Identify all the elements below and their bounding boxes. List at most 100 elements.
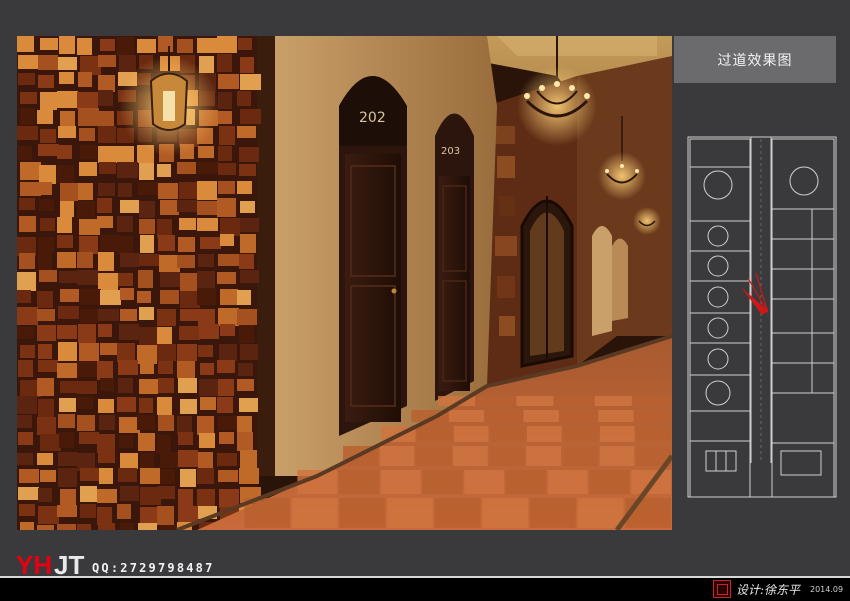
wood-block [158, 36, 173, 52]
wood-block [40, 129, 56, 143]
floor-tile [563, 446, 598, 466]
wood-block [39, 199, 54, 211]
wood-block [97, 216, 113, 228]
wood-block [239, 254, 254, 269]
wood-block [19, 253, 35, 269]
wood-block [38, 75, 54, 88]
wood-block [238, 363, 253, 376]
wood-block [218, 111, 232, 124]
wood-block [78, 183, 93, 200]
wood-block [97, 489, 117, 503]
wood-block [178, 237, 195, 252]
designer-signature: 设计:徐东平 [736, 583, 801, 597]
wood-block [200, 363, 214, 375]
wood-block [100, 39, 115, 51]
wood-block [177, 344, 197, 361]
wood-block [240, 109, 261, 124]
wood-block [120, 288, 134, 300]
wood-block [157, 397, 172, 415]
wood-block [77, 415, 95, 431]
wood-block [39, 270, 57, 282]
wood-block [18, 360, 33, 377]
wood-block [17, 396, 37, 414]
wood-block [158, 378, 174, 393]
wood-block [79, 128, 95, 141]
floor-tile [516, 396, 554, 406]
wood-block [78, 108, 99, 126]
wood-block [120, 486, 139, 501]
wood-block [98, 90, 113, 106]
wood-block [60, 289, 79, 302]
wood-block [20, 162, 41, 180]
wood-block [18, 146, 32, 160]
wood-block [197, 416, 214, 435]
wood-block [240, 270, 259, 283]
wood-block [98, 324, 112, 337]
wood-block [180, 399, 197, 414]
wood-block [137, 39, 156, 53]
wood-block [239, 164, 256, 176]
wood-block [177, 39, 193, 53]
wood-block [177, 255, 195, 268]
wood-block [240, 344, 258, 360]
wood-block [120, 309, 137, 321]
wood-block [77, 252, 93, 268]
wood-block [219, 344, 237, 361]
wood-block [78, 72, 92, 87]
wood-block [139, 219, 155, 234]
corridor-rendering: 202 203 [17, 36, 672, 530]
wood-block [137, 345, 157, 364]
wood-block [218, 254, 239, 266]
wood-block [237, 379, 254, 391]
wood-block [19, 469, 39, 483]
floor-plan [687, 136, 837, 498]
wood-block [97, 507, 112, 525]
wood-block [217, 272, 236, 284]
floor-tile [453, 446, 488, 466]
wood-block [160, 469, 175, 484]
wood-block [77, 270, 98, 285]
wood-block [100, 378, 114, 391]
floor-tile [489, 446, 525, 466]
wood-block [18, 487, 39, 500]
wood-block [118, 236, 133, 254]
floor-tile [464, 470, 505, 494]
floor-tile [599, 446, 635, 466]
wood-block [38, 344, 52, 359]
wood-block [217, 397, 233, 413]
wood-block [77, 92, 98, 109]
wood-block [137, 415, 155, 430]
wood-block [38, 182, 52, 195]
wood-block [158, 361, 173, 374]
wood-block [58, 452, 78, 466]
floor-tile [434, 498, 481, 528]
wood-block [80, 504, 96, 518]
wood-block [37, 417, 56, 435]
wood-block [179, 326, 200, 340]
wood-block [58, 126, 76, 138]
wood-block [100, 235, 120, 251]
wood-block [160, 452, 178, 468]
wood-block [80, 145, 97, 159]
wood-block [98, 450, 115, 463]
floor-tile [490, 426, 525, 442]
wood-block [218, 416, 238, 430]
wood-block [38, 252, 52, 270]
wood-block [60, 111, 75, 128]
floor-tile [416, 446, 451, 466]
wood-block [158, 183, 178, 199]
wood-block [19, 504, 35, 516]
wood-block [139, 201, 155, 218]
wood-block [57, 524, 76, 530]
wood-block [237, 181, 252, 194]
wood-block [197, 201, 218, 215]
wood-block [139, 327, 157, 345]
wood-block [237, 91, 251, 106]
floor-tile [339, 470, 379, 494]
wood-block [140, 453, 154, 470]
wood-block [20, 92, 37, 104]
floor-tile [506, 470, 546, 494]
wood-block [38, 488, 52, 502]
floor-tile [486, 410, 522, 422]
wood-block [220, 289, 238, 305]
